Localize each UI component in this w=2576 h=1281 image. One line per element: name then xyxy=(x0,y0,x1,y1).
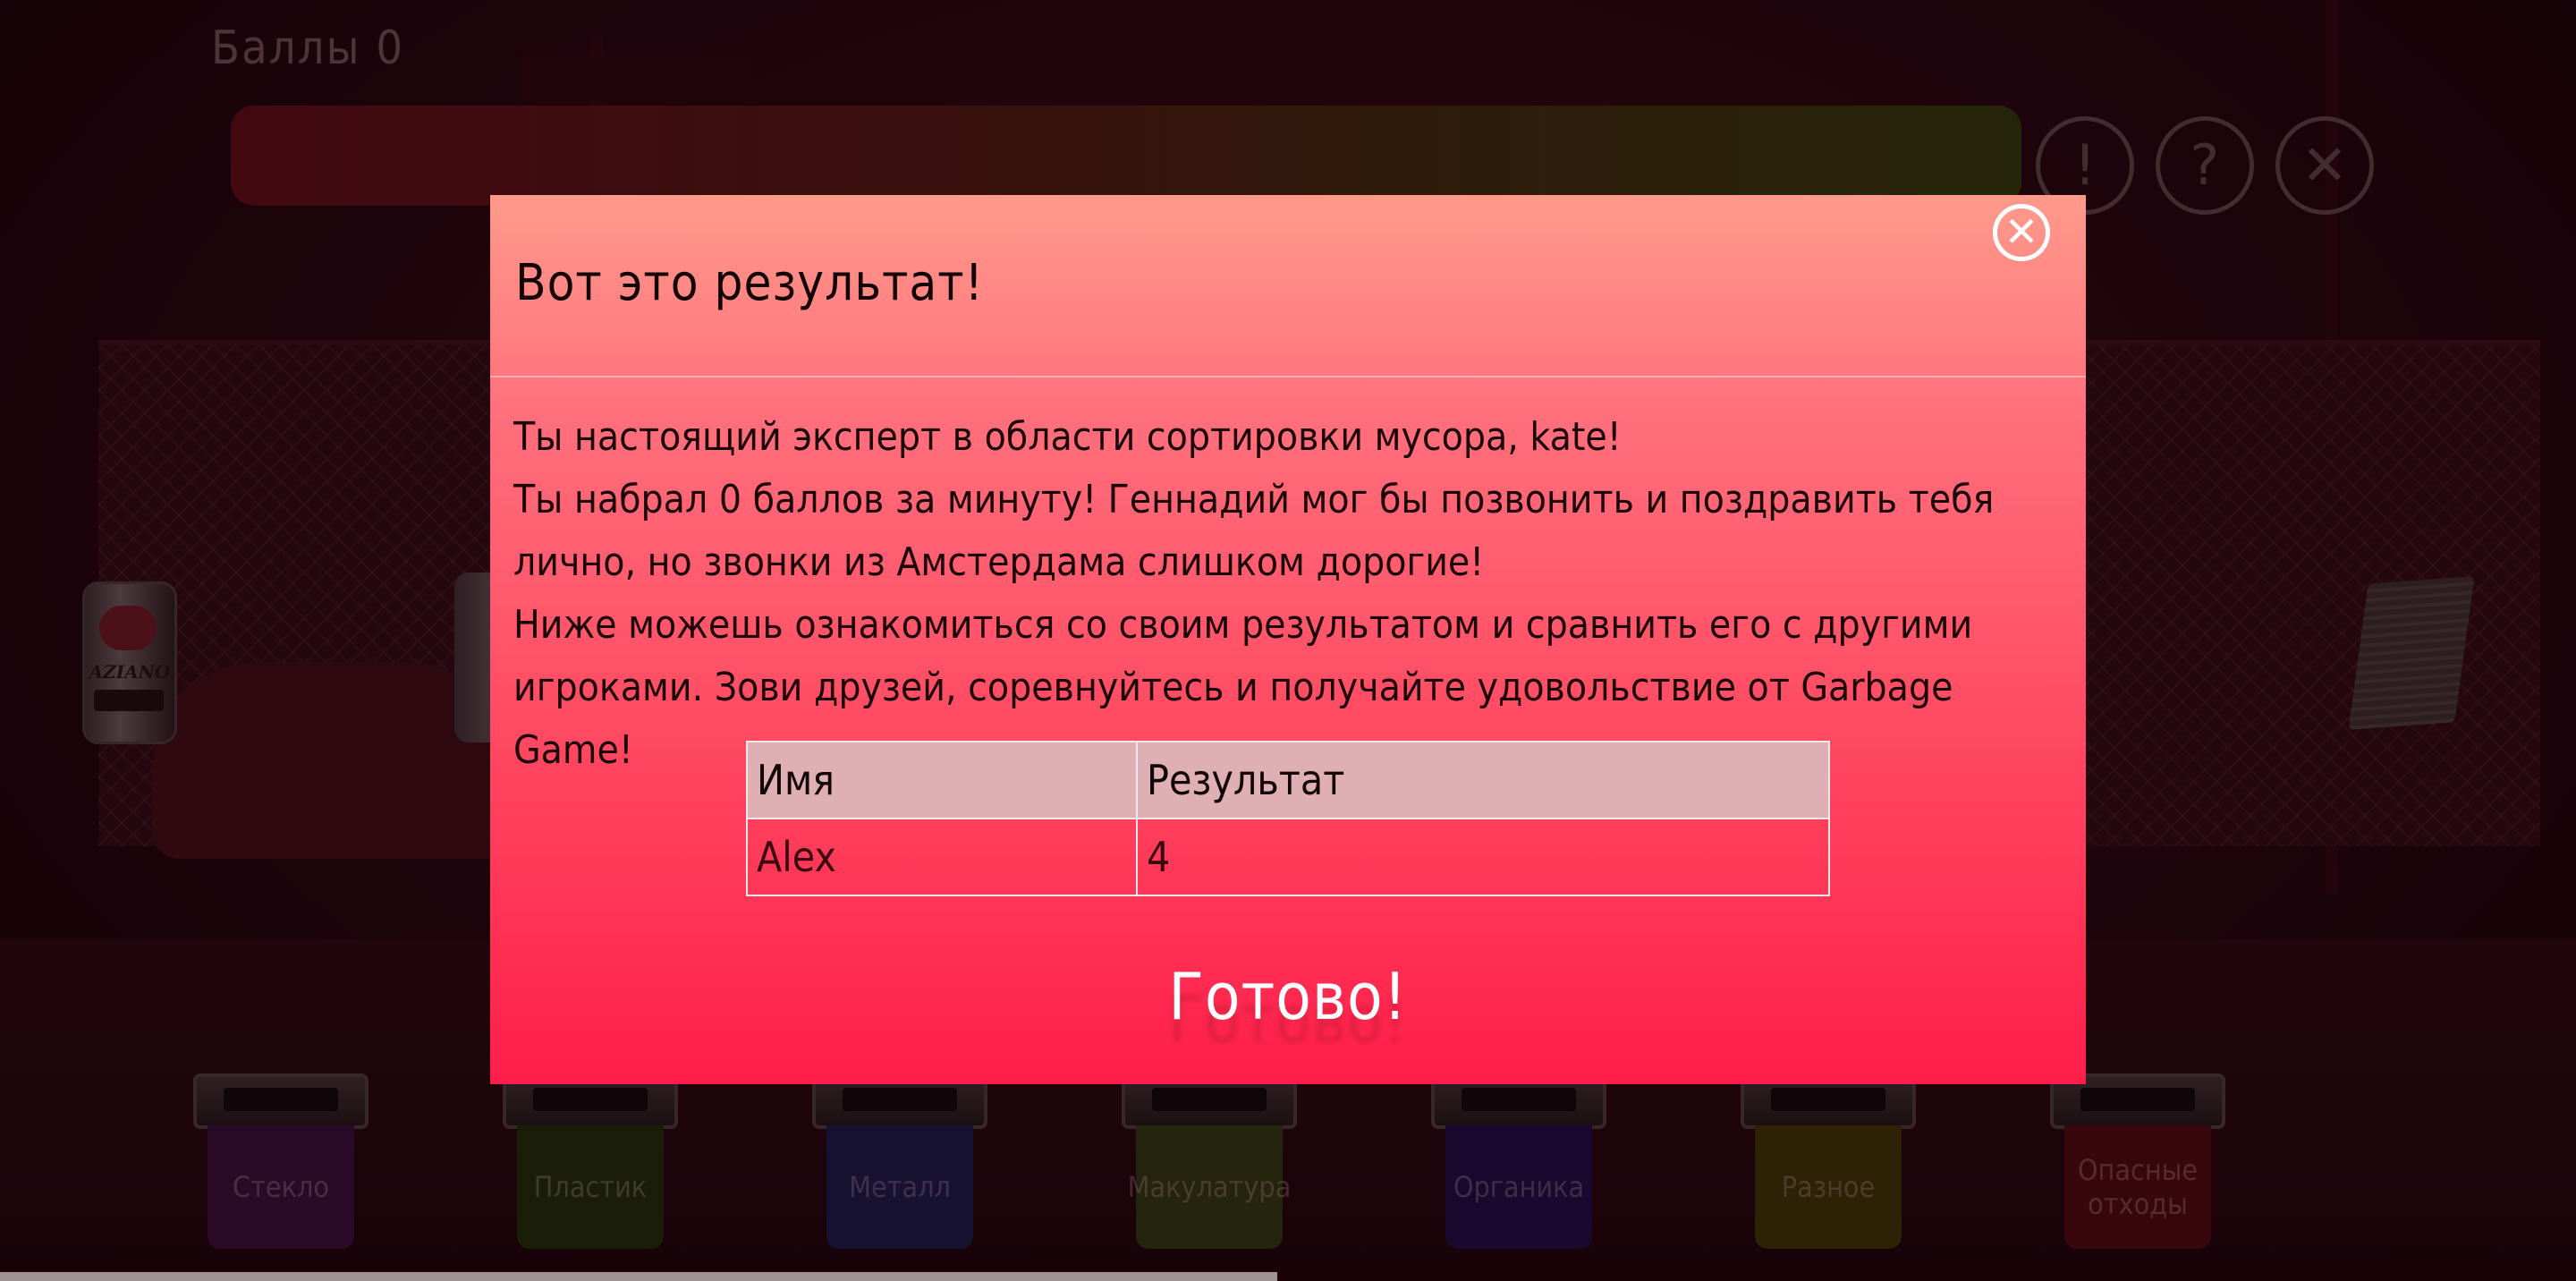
column-header-result: Результат xyxy=(1136,741,1830,819)
done-button[interactable]: Готово! xyxy=(1154,952,1422,1041)
table-row: Alex 4 xyxy=(746,818,1830,896)
column-header-name: Имя xyxy=(746,741,1138,819)
result-modal: Вот это результат! ✕ Ты настоящий экспер… xyxy=(490,195,2086,1084)
message-paragraph: Ты настоящий эксперт в области сортировк… xyxy=(513,414,1622,460)
player-name-cell: Alex xyxy=(746,818,1138,896)
table-header-row: Имя Результат xyxy=(746,741,1830,819)
leaderboard-table: Имя Результат Alex 4 xyxy=(746,741,1830,896)
modal-message: Ты настоящий эксперт в области сортировк… xyxy=(513,406,2070,782)
modal-title: Вот это результат! xyxy=(515,254,984,312)
modal-header: Вот это результат! ✕ xyxy=(490,195,2086,378)
game-stage: Баллы 0 ! ? ✕ AZIANO Стекло Пластик Мета… xyxy=(0,0,2576,1281)
player-result-cell: 4 xyxy=(1136,818,1830,896)
message-paragraph: Ты набрал 0 баллов за минуту! Геннадий м… xyxy=(513,477,1995,585)
modal-close-button[interactable]: ✕ xyxy=(1993,204,2050,261)
